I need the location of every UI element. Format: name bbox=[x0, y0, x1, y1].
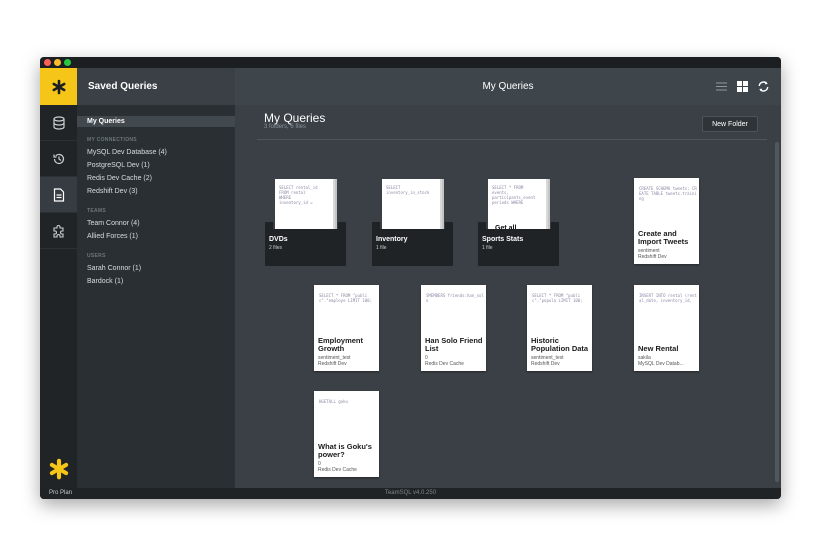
query-connection: MySQL Dev Datab... bbox=[638, 361, 684, 367]
query-connection: Redshift Dev bbox=[318, 361, 347, 367]
query-meta: sentiment_test Redshift Dev bbox=[531, 355, 591, 367]
asterisk-icon bbox=[49, 458, 68, 480]
page-subtitle: 3 folders, 6 files bbox=[264, 124, 307, 130]
query-card[interactable]: CREATE SCHEMA tweets; CREATE TABLE tweet… bbox=[634, 178, 699, 264]
query-preview: CREATE SCHEMA tweets; CREATE TABLE tweet… bbox=[639, 186, 697, 201]
rail-saved-queries[interactable] bbox=[40, 177, 77, 213]
query-connection: Redis Dev Cache bbox=[318, 467, 357, 473]
section-teams: TEAMS bbox=[87, 208, 106, 214]
query-card[interactable]: HGETALL goku What is Goku's power? 0 Red… bbox=[314, 391, 379, 477]
main-panel: My Queries My Queries 3 folders, 6 files… bbox=[235, 68, 781, 488]
query-preview: SELECT rental_id FROM rental WHERE inven… bbox=[279, 185, 318, 205]
list-view-icon[interactable] bbox=[715, 80, 728, 93]
title-bar bbox=[40, 57, 781, 68]
folder-name: Inventory bbox=[376, 236, 408, 243]
app-logo[interactable] bbox=[40, 68, 77, 105]
section-users: USERS bbox=[87, 253, 106, 259]
database-icon bbox=[52, 115, 65, 130]
query-card[interactable]: SMEMBERS friends:han_solo Han Solo Frien… bbox=[421, 285, 486, 371]
new-folder-button[interactable]: New Folder bbox=[702, 116, 758, 132]
query-preview: SMEMBERS friends:han_solo bbox=[426, 293, 484, 303]
query-preview: SELECT * FROM events, participants_event… bbox=[492, 185, 536, 205]
query-preview: SELECT * FROM "public"."employe LIMIT 10… bbox=[319, 293, 372, 303]
sidebar-title: Saved Queries bbox=[77, 68, 235, 105]
query-preview: HGETALL goku bbox=[319, 399, 348, 404]
header-divider bbox=[257, 139, 767, 140]
query-title: What is Goku's power? bbox=[318, 442, 372, 459]
sidebar-item-allied-forces[interactable]: Allied Forces (1) bbox=[77, 230, 235, 243]
sidebar-item-redis-dev[interactable]: Redis Dev Cache (2) bbox=[77, 172, 235, 185]
minimize-window-button[interactable] bbox=[54, 59, 61, 66]
view-controls bbox=[715, 80, 770, 93]
section-my-connections: MY CONNECTIONS bbox=[87, 137, 137, 143]
history-icon bbox=[52, 153, 64, 164]
sidebar-item-postgresql-dev[interactable]: PostgreSQL Dev (1) bbox=[77, 159, 235, 172]
folder-preview: SELECT rental_id FROM rental WHERE inven… bbox=[275, 179, 333, 235]
app-version: TeamSQL v4.0.250 bbox=[384, 490, 437, 496]
sidebar-item-my-queries[interactable]: My Queries bbox=[77, 116, 235, 127]
sidebar-item-bardock[interactable]: Bardock (1) bbox=[77, 275, 235, 288]
teamsql-star[interactable] bbox=[40, 456, 77, 482]
rail-plugins[interactable] bbox=[40, 213, 77, 249]
folder-name: Sports Stats bbox=[482, 236, 524, 243]
query-card[interactable]: INSERT INTO rental (rental_date, invento… bbox=[634, 285, 699, 371]
rail-connections[interactable] bbox=[40, 105, 77, 141]
query-meta: 0 Redis Dev Cache bbox=[425, 355, 485, 367]
scrollbar[interactable] bbox=[775, 142, 779, 482]
status-bar: TeamSQL v4.0.250 Pro Plan bbox=[40, 488, 781, 499]
rail-history[interactable] bbox=[40, 141, 77, 177]
query-connection: Redshift Dev bbox=[531, 361, 560, 367]
query-preview: SELECT * FROM "public"."popula LIMIT 100… bbox=[532, 293, 583, 303]
folder-inventory[interactable]: SELECT inventory_in_stock Inventory 1 fi… bbox=[372, 179, 453, 266]
query-card[interactable]: SELECT * FROM "public"."popula LIMIT 100… bbox=[527, 285, 592, 371]
query-meta: sentiment Redshift Dev bbox=[638, 248, 698, 260]
query-connection: Redis Dev Cache bbox=[425, 361, 464, 367]
icon-rail bbox=[40, 68, 77, 488]
query-meta: 0 Redis Dev Cache bbox=[318, 461, 378, 473]
asterisk-icon bbox=[51, 79, 65, 94]
zoom-window-button[interactable] bbox=[64, 59, 71, 66]
query-meta: sentiment_test Redshift Dev bbox=[318, 355, 378, 367]
folder-dvds[interactable]: SELECT rental_id FROM rental WHERE inven… bbox=[265, 179, 346, 266]
folder-count: 2 files bbox=[269, 245, 283, 251]
plan-badge[interactable]: Pro Plan bbox=[49, 490, 72, 496]
sidebar-item-redshift-dev[interactable]: Redshift Dev (3) bbox=[77, 185, 235, 198]
puzzle-icon bbox=[52, 224, 64, 238]
query-preview: INSERT INTO rental (rental_date, invento… bbox=[639, 293, 697, 303]
saved-queries-sidebar: Saved Queries My Queries MY CONNECTIONS … bbox=[77, 68, 235, 488]
folder-sports-stats[interactable]: SELECT * FROM events, participants_event… bbox=[478, 179, 559, 266]
refresh-icon[interactable] bbox=[757, 80, 770, 93]
query-preview: SELECT inventory_in_stock bbox=[386, 185, 430, 195]
query-title: New Rental bbox=[638, 344, 679, 353]
folder-count: 1 file bbox=[482, 245, 493, 251]
page-title: My Queries bbox=[264, 111, 326, 125]
query-card[interactable]: SELECT * FROM "public"."employe LIMIT 10… bbox=[314, 285, 379, 371]
queries-content: My Queries 3 folders, 6 files New Folder… bbox=[235, 105, 781, 488]
folder-name: DVDs bbox=[269, 236, 288, 243]
query-title: Employment Growth bbox=[318, 336, 364, 353]
sidebar-item-team-connor[interactable]: Team Connor (4) bbox=[77, 217, 235, 230]
sidebar-item-mysql-dev[interactable]: MySQL Dev Database (4) bbox=[77, 146, 235, 159]
query-title: Han Solo Friend List bbox=[425, 336, 483, 353]
grid-view-icon[interactable] bbox=[736, 80, 749, 93]
query-title: Create and Import Tweets bbox=[638, 229, 689, 246]
document-icon bbox=[53, 187, 64, 202]
query-title: Historic Population Data bbox=[531, 336, 589, 353]
folder-count: 1 file bbox=[376, 245, 387, 251]
header-title: My Queries bbox=[482, 81, 534, 92]
query-connection: Redshift Dev bbox=[638, 254, 667, 260]
sidebar-item-sarah-connor[interactable]: Sarah Connor (1) bbox=[77, 262, 235, 275]
close-window-button[interactable] bbox=[44, 59, 51, 66]
main-header: My Queries bbox=[235, 68, 781, 105]
query-meta: sakila MySQL Dev Datab... bbox=[638, 355, 698, 367]
folder-preview: SELECT inventory_in_stock bbox=[382, 179, 440, 235]
app-window: Saved Queries My Queries MY CONNECTIONS … bbox=[40, 57, 781, 499]
